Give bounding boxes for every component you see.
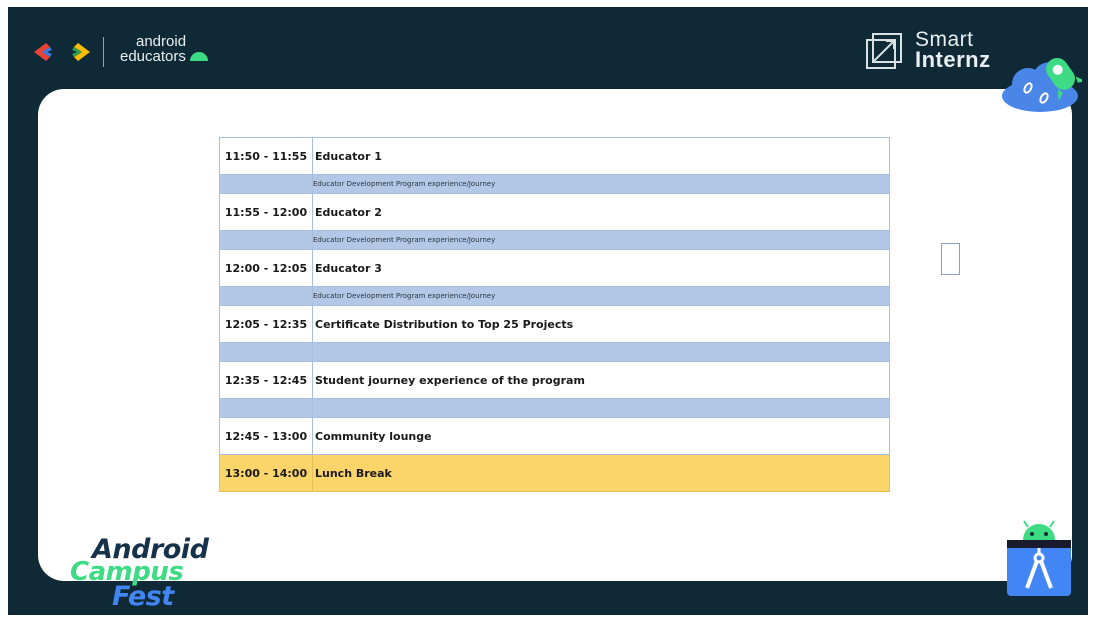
agenda-subtitle: Educator Development Program experience/… [312,286,890,306]
agenda-subrow: Educator Development Program experience/… [219,230,890,250]
event-word-3: Fest [112,581,174,612]
agenda-row-lunch: 13:00 - 14:00 Lunch Break [219,454,890,492]
agenda-sub-time [219,286,313,306]
agenda-title: Student journey experience of the progra… [312,361,890,399]
agenda-subrow: Educator Development Program experience/… [219,286,890,306]
android-educators-brand: android educators [120,34,208,64]
android-rocket-cloud-icon [1002,57,1082,112]
agenda-row: 12:05 - 12:35 Certificate Distribution t… [219,305,890,343]
agenda-row: 12:00 - 12:05 Educator 3 [219,249,890,287]
agenda-row: 12:35 - 12:45 Student journey experience… [219,361,890,399]
agenda-time: 11:55 - 12:00 [219,193,313,231]
brand-line-2: educators [120,48,186,65]
agenda-time: 13:00 - 14:00 [219,454,313,492]
android-campus-fest-logo: Android Campus Fest [70,534,230,614]
agenda-time: 12:05 - 12:35 [219,305,313,343]
agenda-title: Certificate Distribution to Top 25 Proje… [312,305,890,343]
header-divider [103,37,104,67]
agenda-title: Community lounge [312,417,890,455]
android-head-icon [189,52,208,61]
agenda-sub-time [219,398,313,418]
smartinternz-brand: Smart Internz [915,29,991,72]
agenda-subtitle [312,398,890,418]
agenda-title: Educator 2 [312,193,890,231]
agenda-title: Lunch Break [312,454,890,492]
agenda-time: 12:35 - 12:45 [219,361,313,399]
android-studio-icon [1007,520,1071,596]
agenda-row: 11:50 - 11:55 Educator 1 [219,137,890,175]
agenda-sub-time [219,342,313,362]
agenda-table: 11:50 - 11:55 Educator 1 Educator Develo… [219,137,890,492]
partner-line-2: Internz [915,47,991,72]
agenda-time: 12:00 - 12:05 [219,249,313,287]
agenda-time: 11:50 - 11:55 [219,137,313,175]
android-educators-logo-icon [34,43,90,61]
agenda-title: Educator 3 [312,249,890,287]
agenda-row: 12:45 - 13:00 Community lounge [219,417,890,455]
empty-placeholder-box [941,243,960,275]
agenda-title: Educator 1 [312,137,890,175]
agenda-sub-time [219,174,313,194]
agenda-subtitle: Educator Development Program experience/… [312,174,890,194]
agenda-subrow: Educator Development Program experience/… [219,174,890,194]
agenda-time: 12:45 - 13:00 [219,417,313,455]
agenda-subrow [219,342,890,362]
agenda-subrow [219,398,890,418]
brand-line-1: android [136,33,187,50]
agenda-sub-time [219,230,313,250]
agenda-row: 11:55 - 12:00 Educator 2 [219,193,890,231]
agenda-subtitle: Educator Development Program experience/… [312,230,890,250]
agenda-subtitle [312,342,890,362]
smartinternz-logo-icon [866,33,902,69]
